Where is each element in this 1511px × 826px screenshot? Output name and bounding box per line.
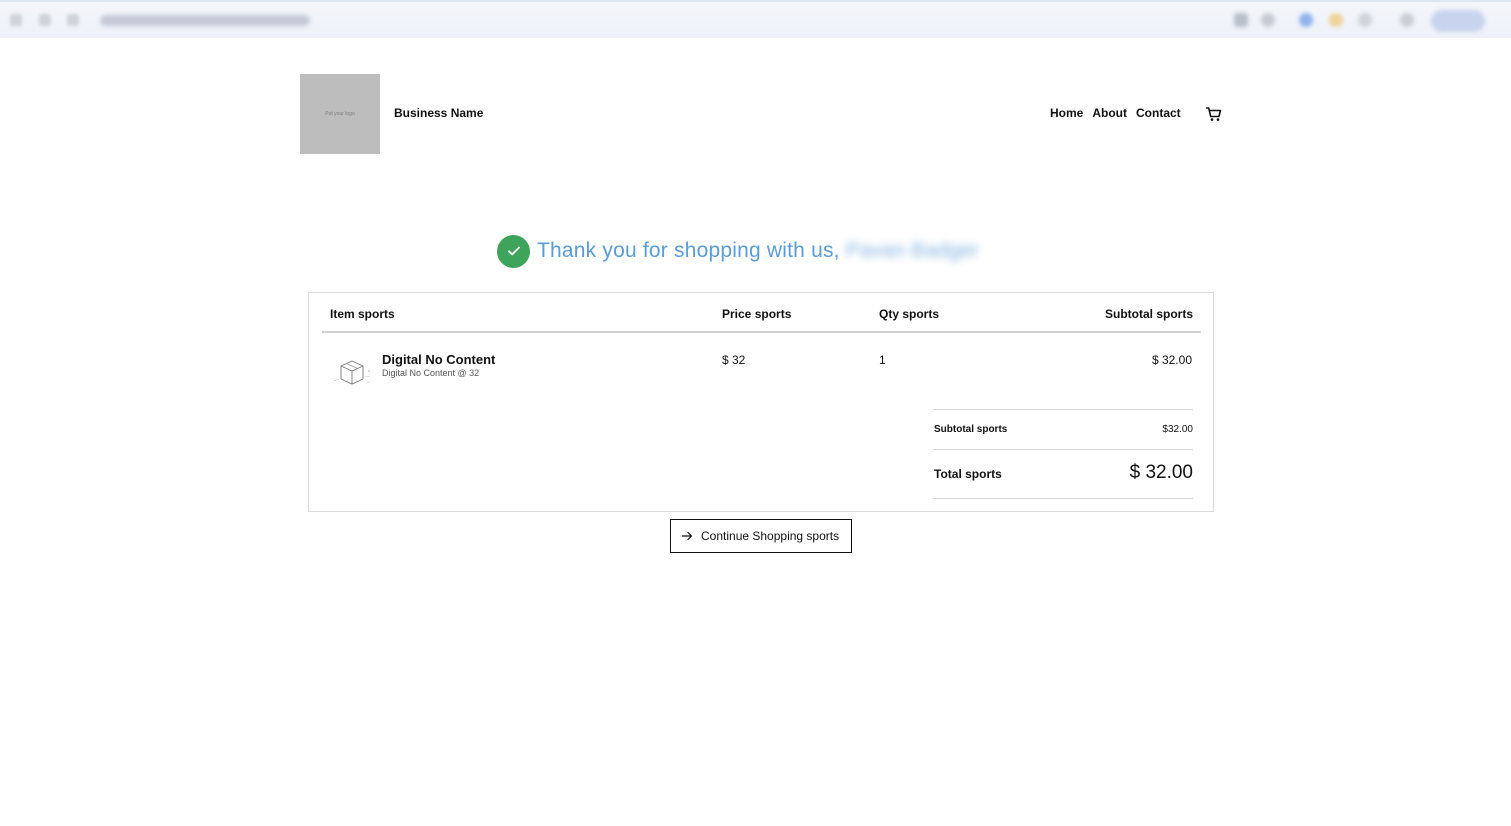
reload-icon[interactable] (67, 14, 79, 26)
subtotal-label: Subtotal sports (934, 424, 1008, 435)
total-value: $ 32.00 (1129, 462, 1193, 483)
logo-placeholder-text: Put your logo (325, 111, 355, 117)
total-label: Total sports (934, 467, 1002, 481)
subtotal-value: $32.00 (1162, 424, 1193, 435)
order-totals: Subtotal sports $32.00 Total sports $ 32… (933, 409, 1193, 499)
continue-shopping-button[interactable]: Continue Shopping sports (670, 519, 852, 553)
logo-placeholder[interactable]: Put your logo (300, 74, 380, 154)
item-price: $ 32 (722, 353, 746, 367)
total-row: Total sports $ 32.00 (933, 450, 1193, 498)
order-summary-table: Item sports Price sports Qty sports Subt… (308, 292, 1214, 512)
extension-icon[interactable] (1234, 13, 1248, 27)
continue-shopping-label: Continue Shopping sports (701, 529, 840, 543)
nav-home-link[interactable]: Home (1050, 106, 1083, 120)
extension-icon[interactable] (1261, 13, 1275, 27)
forward-icon[interactable] (39, 14, 51, 26)
arrow-right-icon (681, 531, 693, 541)
nav-contact-link[interactable]: Contact (1136, 106, 1181, 120)
address-bar[interactable] (100, 15, 310, 26)
divider (933, 498, 1193, 499)
extension-icon[interactable] (1329, 13, 1343, 27)
extension-icon[interactable] (1358, 13, 1372, 27)
column-header-item: Item sports (330, 307, 395, 321)
extension-icon[interactable] (1299, 13, 1313, 27)
main-nav: Home About Contact (1050, 106, 1181, 120)
thank-you-message: Thank you for shopping with us, (537, 239, 840, 262)
subtotal-row: Subtotal sports $32.00 (933, 410, 1193, 449)
product-detail: Digital No Content @ 32 (382, 368, 480, 378)
browser-toolbar (0, 0, 1511, 38)
order-confirmation-heading: Thank you for shopping with us, Pavan Ba… (497, 233, 979, 269)
business-name[interactable]: Business Name (394, 106, 483, 120)
package-box-icon (333, 360, 371, 385)
item-quantity: 1 (879, 353, 886, 367)
column-header-subtotal: Subtotal sports (1104, 307, 1193, 321)
check-circle-icon (497, 234, 530, 268)
column-header-price: Price sports (722, 307, 792, 321)
column-header-qty: Qty sports (879, 307, 940, 321)
item-subtotal: $ 32.00 (1151, 353, 1192, 367)
profile-button[interactable] (1431, 10, 1485, 32)
product-name: Digital No Content (382, 352, 496, 367)
extension-icon[interactable] (1400, 13, 1414, 27)
nav-about-link[interactable]: About (1092, 106, 1127, 120)
cart-icon[interactable] (1205, 105, 1223, 123)
customer-name: Pavan Badger (845, 239, 979, 262)
table-header-row: Item sports Price sports Qty sports Subt… (322, 293, 1201, 333)
back-icon[interactable] (10, 14, 22, 26)
